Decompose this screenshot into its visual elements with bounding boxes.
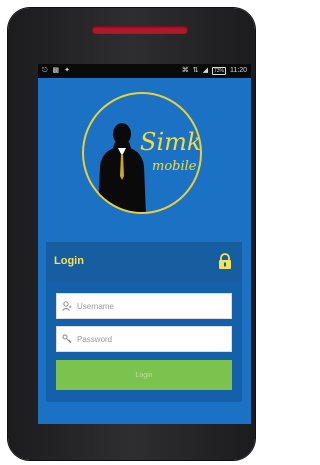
usb-icon: ⎋ xyxy=(42,67,48,74)
username-input[interactable] xyxy=(77,295,227,317)
logo-text-mobile: mobile xyxy=(152,159,197,174)
phone-screen: ⎋ ▩ ✦ ⌘ ⇅ ◢ 73% 11:20 Simk mobile Login … xyxy=(38,64,251,424)
phone-frame: ⎋ ▩ ✦ ⌘ ⇅ ◢ 73% 11:20 Simk mobile Login … xyxy=(8,8,255,460)
clock-time: 11:20 xyxy=(230,67,247,74)
user-icon xyxy=(57,293,77,319)
logo-text-simka: Simka xyxy=(140,128,202,156)
android-icon: ✦ xyxy=(64,67,71,74)
signal-icon: ◢ xyxy=(202,67,208,74)
login-button[interactable]: Login xyxy=(56,360,232,390)
businessman-silhouette xyxy=(98,123,146,212)
status-bar: ⎋ ▩ ✦ ⌘ ⇅ ◢ 73% 11:20 xyxy=(38,64,251,78)
password-field[interactable] xyxy=(56,326,232,352)
login-panel: Login Username Login xyxy=(46,242,242,402)
lock-icon xyxy=(219,253,231,269)
simka-mobile-logo: Simka mobile xyxy=(82,92,202,214)
key-icon xyxy=(57,326,77,352)
earpiece-speaker xyxy=(92,26,188,34)
battery-icon: 73% xyxy=(211,67,226,75)
login-header: Login xyxy=(46,242,242,282)
data-icon: ⇅ xyxy=(192,67,199,74)
notification-icon: ▩ xyxy=(52,67,60,74)
wifi-icon: ⌘ xyxy=(181,67,189,74)
login-title: Login xyxy=(54,255,84,267)
password-input[interactable] xyxy=(77,328,227,350)
username-field[interactable] xyxy=(56,293,232,319)
